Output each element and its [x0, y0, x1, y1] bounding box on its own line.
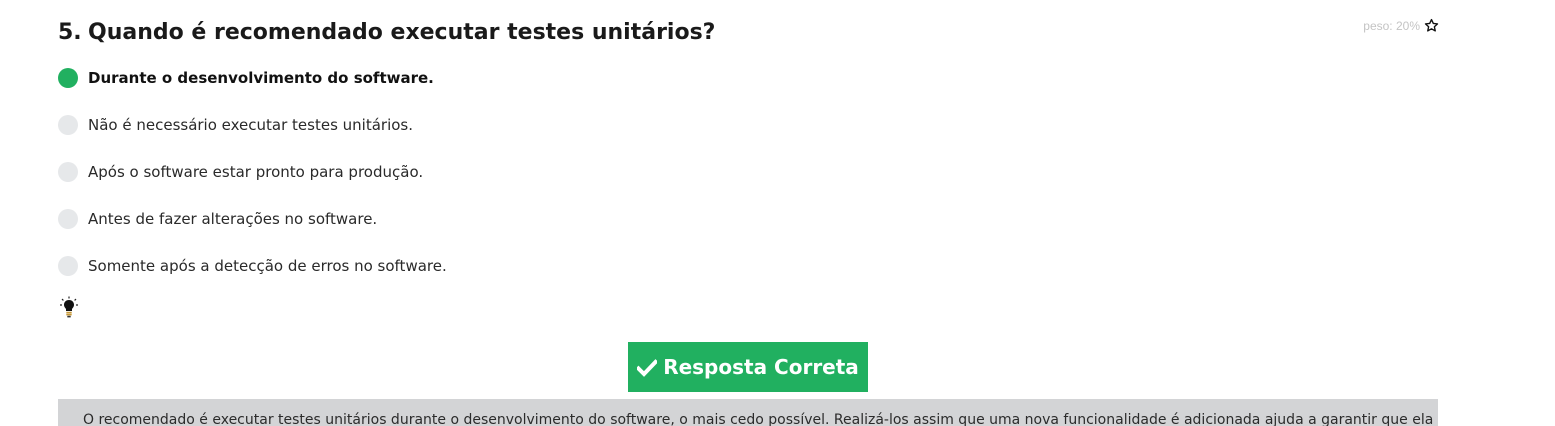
option-label: Durante o desenvolvimento do software.	[88, 69, 434, 87]
question-header: 5. Quando é recomendado executar testes …	[58, 20, 715, 45]
question-page: 5. Quando é recomendado executar testes …	[0, 0, 1555, 426]
radio-unselected[interactable]	[58, 256, 78, 276]
explanation-box: O recomendado é executar testes unitário…	[58, 399, 1438, 426]
correct-answer-badge: Resposta Correta	[628, 342, 868, 392]
option-label: Não é necessário executar testes unitári…	[88, 116, 414, 134]
option-1[interactable]: Durante o desenvolvimento do software.	[58, 66, 447, 90]
option-5[interactable]: Somente após a detecção de erros no soft…	[58, 254, 447, 278]
radio-selected[interactable]	[58, 68, 78, 88]
lightbulb-icon[interactable]	[60, 296, 78, 318]
option-label: Após o software estar pronto para produç…	[88, 163, 424, 181]
answer-options: Durante o desenvolvimento do software. N…	[58, 66, 447, 301]
question-number: 5.	[58, 20, 82, 45]
radio-unselected[interactable]	[58, 162, 78, 182]
result-label: Resposta Correta	[663, 355, 859, 379]
radio-unselected[interactable]	[58, 115, 78, 135]
option-label: Somente após a detecção de erros no soft…	[88, 257, 447, 275]
star-outline-icon[interactable]	[1424, 18, 1439, 33]
option-label: Antes de fazer alterações no software.	[88, 210, 378, 228]
option-4[interactable]: Antes de fazer alterações no software.	[58, 207, 447, 231]
question-text: Quando é recomendado executar testes uni…	[88, 20, 716, 45]
question-weight: peso: 20%	[1363, 18, 1439, 33]
explanation-text: O recomendado é executar testes unitário…	[83, 412, 1438, 426]
check-icon	[635, 358, 659, 377]
option-3[interactable]: Após o software estar pronto para produç…	[58, 160, 447, 184]
option-2[interactable]: Não é necessário executar testes unitári…	[58, 113, 447, 137]
weight-label: peso: 20%	[1363, 18, 1420, 33]
radio-unselected[interactable]	[58, 209, 78, 229]
